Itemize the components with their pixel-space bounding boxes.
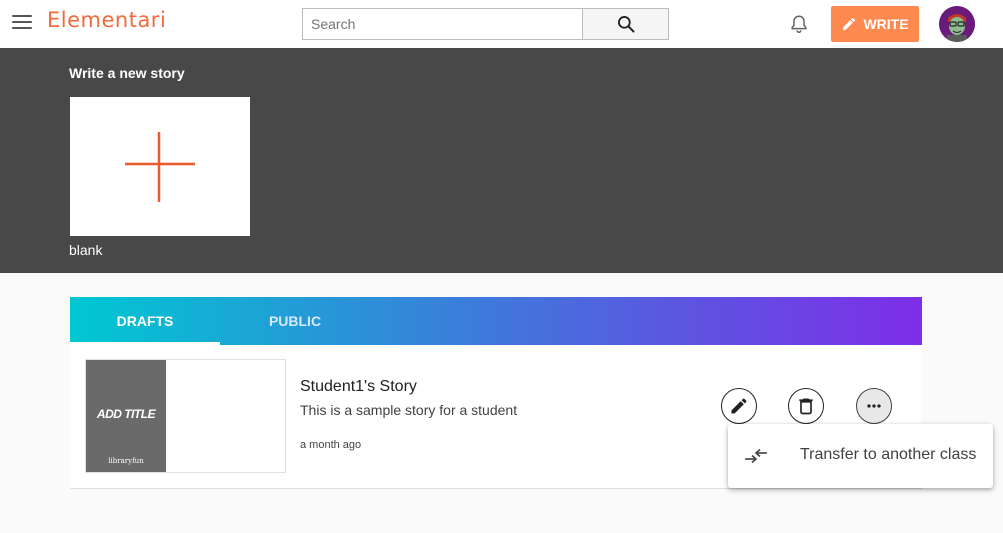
search-bar: [302, 8, 669, 40]
cover-title: ADD TITLE: [96, 407, 156, 421]
avatar-image: [939, 6, 975, 42]
edit-story-button[interactable]: [721, 388, 757, 424]
user-avatar[interactable]: [939, 6, 975, 42]
story-timestamp: a month ago: [300, 439, 362, 451]
menu-item-label: Transfer to another class: [800, 446, 977, 463]
story-cover: ADD TITLE libraryfun: [86, 360, 166, 472]
story-description: This is a sample story for a student: [300, 402, 518, 418]
pencil-icon: [843, 17, 856, 30]
plus-icon: [125, 132, 195, 202]
story-tabs: DRAFTS PUBLIC: [70, 297, 922, 345]
story-thumbnail[interactable]: ADD TITLE libraryfun: [85, 359, 286, 473]
menu-icon[interactable]: [12, 15, 32, 33]
cover-brand: libraryfun: [108, 457, 144, 465]
search-input[interactable]: [302, 8, 582, 40]
brand-logo[interactable]: Elementari: [47, 8, 166, 32]
story-options-menu: Transfer to another class: [728, 424, 993, 488]
tab-public[interactable]: PUBLIC: [220, 297, 370, 345]
template-label: blank: [69, 242, 103, 258]
story-title[interactable]: Student1's Story: [300, 378, 417, 396]
notification-bell-icon[interactable]: [788, 13, 810, 35]
more-options-button[interactable]: [856, 388, 892, 424]
blank-template-card[interactable]: [70, 97, 250, 236]
search-button[interactable]: [582, 8, 669, 40]
transfer-icon: [745, 448, 767, 464]
delete-story-button[interactable]: [788, 388, 824, 424]
write-button-label: WRITE: [863, 16, 909, 32]
more-horizontal-icon: [867, 404, 881, 408]
trash-icon: [799, 398, 813, 415]
top-app-bar: Elementari WRITE: [0, 0, 1003, 48]
pencil-icon: [731, 398, 747, 414]
tab-drafts[interactable]: DRAFTS: [70, 297, 220, 345]
section-title: Write a new story: [69, 65, 185, 81]
write-button[interactable]: WRITE: [831, 6, 919, 42]
search-icon: [617, 16, 634, 33]
template-section: Write a new story blank: [0, 48, 1003, 273]
menu-item-transfer[interactable]: Transfer to another class: [728, 424, 993, 488]
